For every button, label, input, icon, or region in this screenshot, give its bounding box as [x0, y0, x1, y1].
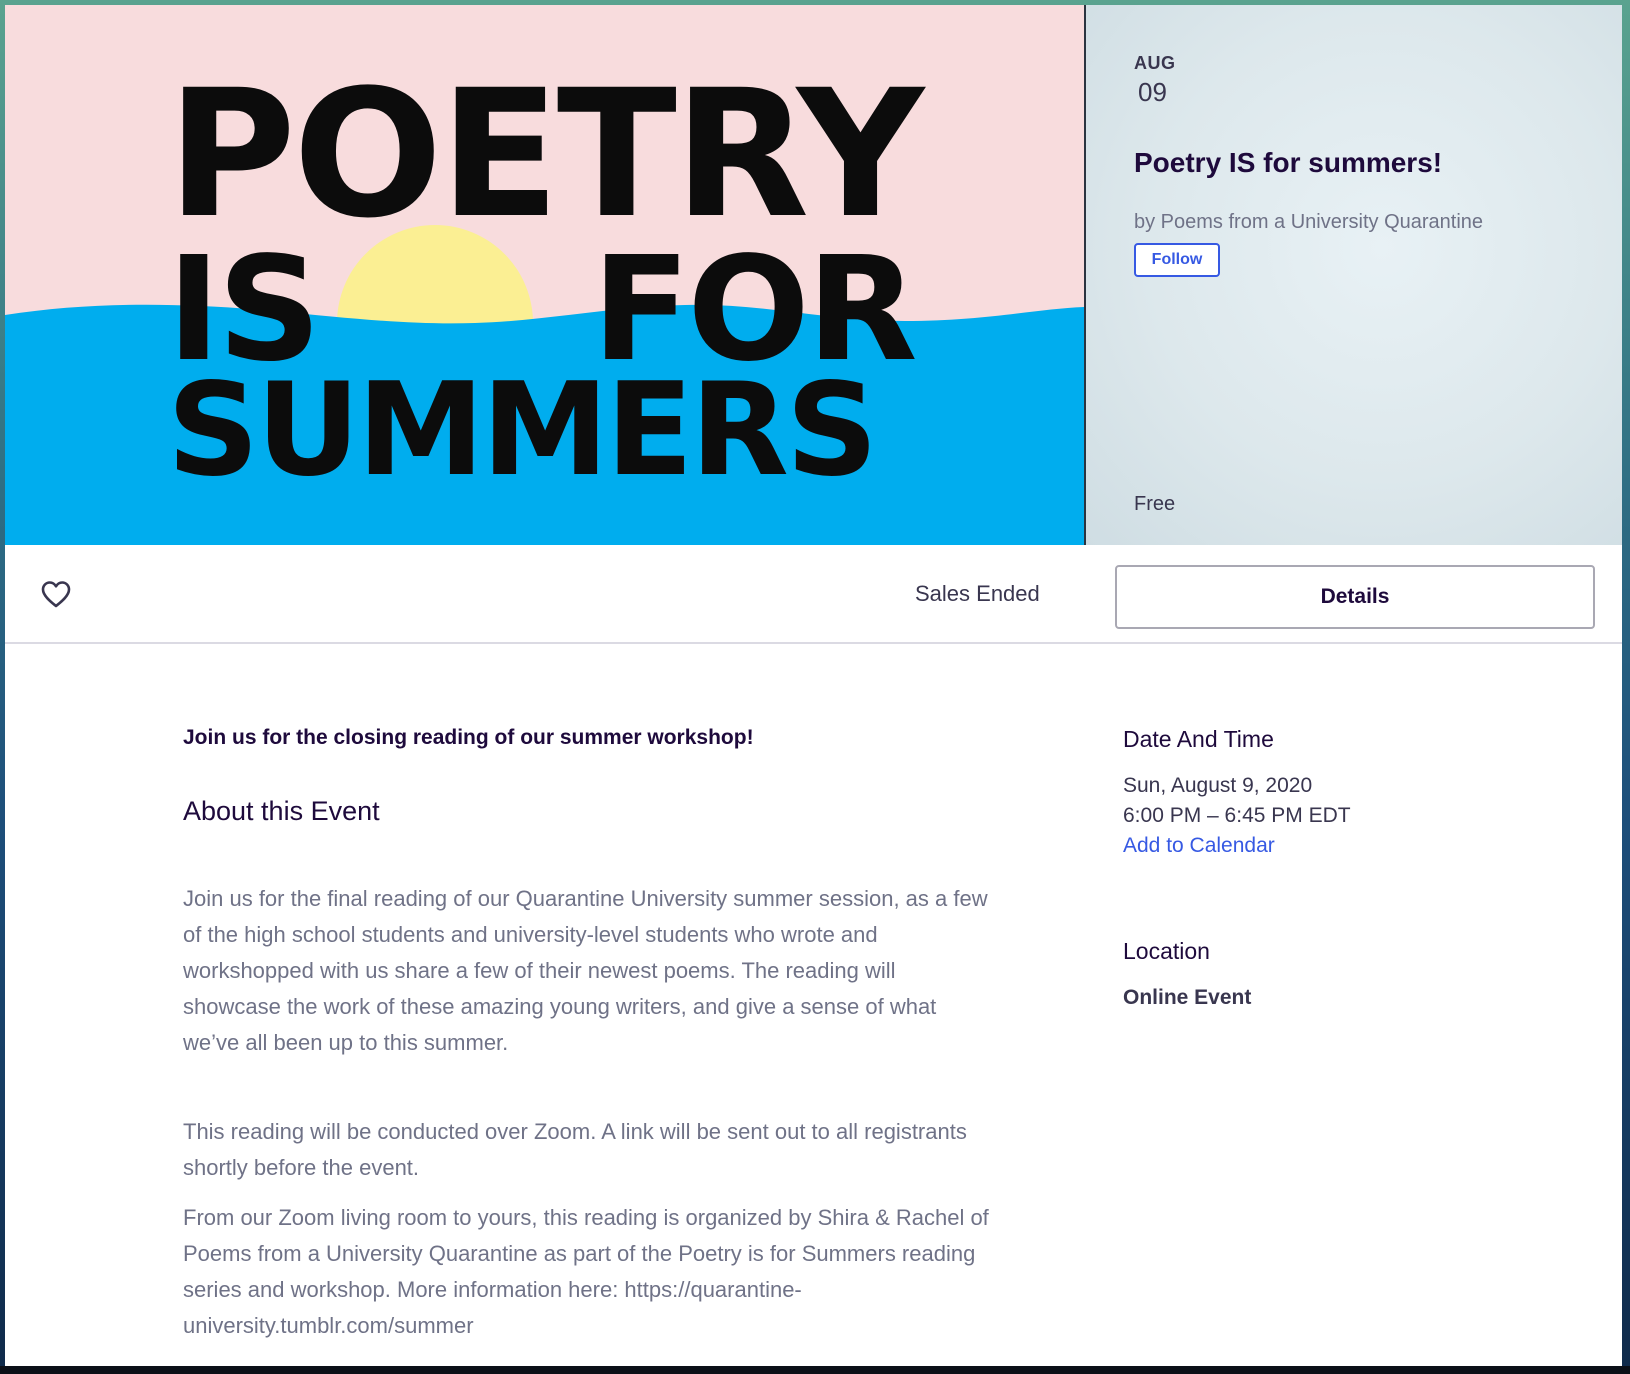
about-heading: About this Event: [183, 796, 380, 826]
location-value: Online Event: [1123, 986, 1252, 1009]
event-summary: Join us for the closing reading of our s…: [183, 726, 754, 749]
event-card: POETRY IS FOR SUMMERS AUG 09 Poetry IS f…: [5, 5, 1622, 1369]
details-button[interactable]: Details: [1115, 565, 1595, 629]
date-day: 09: [1138, 77, 1167, 107]
event-time: 6:00 PM – 6:45 PM EDT: [1123, 804, 1351, 827]
window-bottom-edge: [0, 1366, 1630, 1374]
description-paragraph: This reading will be conducted over Zoom…: [183, 1119, 967, 1180]
poster-line-1: POETRY: [167, 52, 924, 257]
event-hero: POETRY IS FOR SUMMERS AUG 09 Poetry IS f…: [5, 5, 1622, 545]
location-heading: Location: [1123, 938, 1210, 964]
date-month: AUG: [1134, 53, 1176, 73]
heart-icon: [41, 581, 71, 608]
description-paragraph: Join us for the final reading of our Qua…: [183, 886, 988, 1055]
organizer-name: by Poems from a University Quarantine: [1134, 211, 1484, 233]
description-paragraph: From our Zoom living room to yours, this…: [183, 1205, 989, 1338]
poster-line-3: SUMMERS: [167, 356, 878, 505]
event-details: Join us for the closing reading of our s…: [5, 644, 1622, 1369]
date-and-time-heading: Date And Time: [1123, 726, 1274, 752]
favorite-button[interactable]: [39, 578, 73, 610]
follow-button[interactable]: Follow: [1134, 243, 1220, 277]
action-bar: Sales Ended Details: [5, 545, 1622, 644]
event-summary-panel: AUG 09 Poetry IS for summers! by Poems f…: [1084, 5, 1622, 545]
event-banner-image: POETRY IS FOR SUMMERS: [5, 5, 1084, 545]
sales-status: Sales Ended: [915, 581, 1040, 606]
event-date: Sun, August 9, 2020: [1123, 774, 1313, 797]
add-to-calendar-link[interactable]: Add to Calendar: [1123, 834, 1275, 858]
ticket-price: Free: [1134, 493, 1176, 515]
event-title: Poetry IS for summers!: [1134, 147, 1443, 178]
